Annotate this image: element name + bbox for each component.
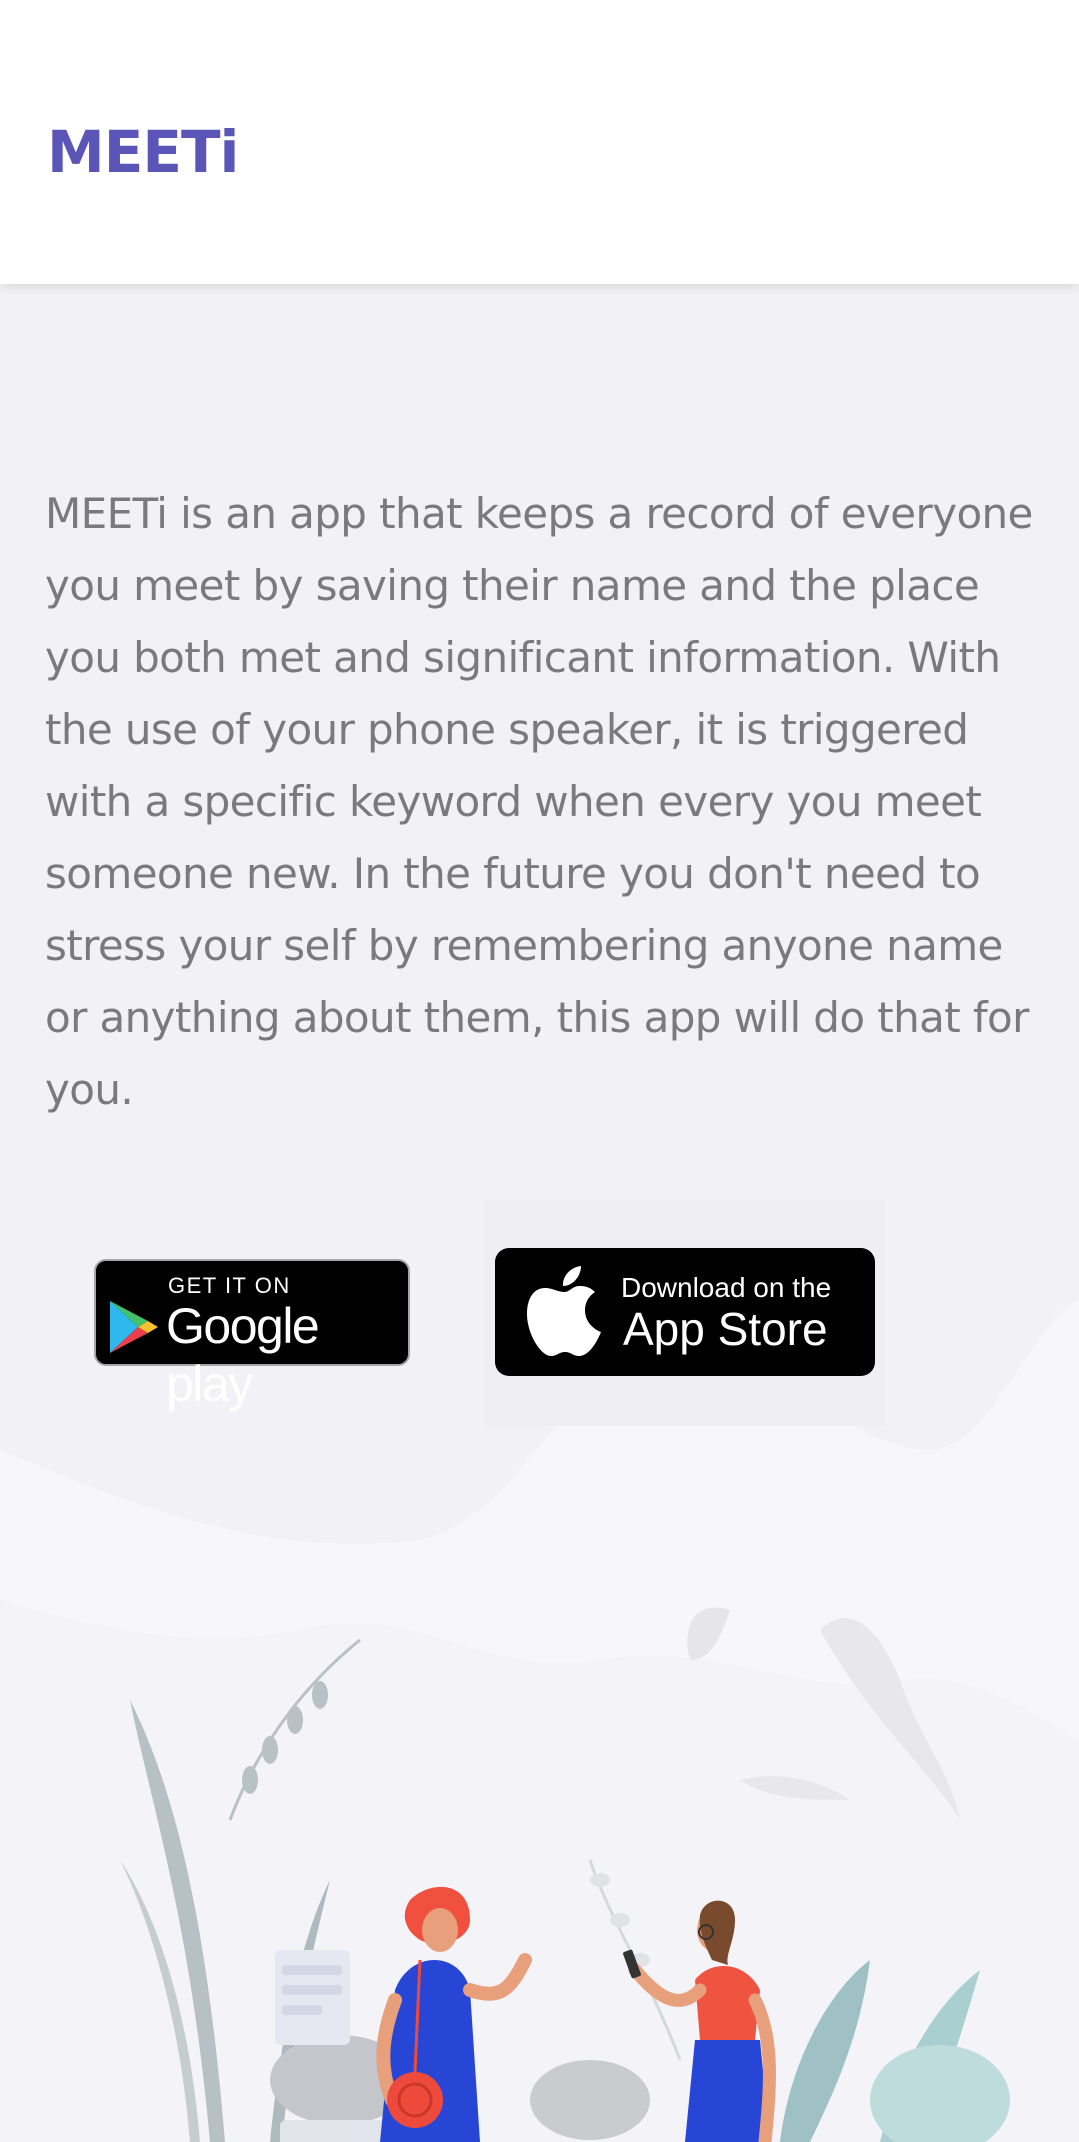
apple-icon	[527, 1266, 601, 1356]
landing-page: MEETi MEETi is an app that keeps a recor…	[0, 0, 1079, 2142]
app-logo[interactable]: MEETi	[47, 118, 239, 186]
google-play-caption: GET IT ON	[168, 1273, 291, 1298]
people-meeting-illustration	[0, 1300, 1079, 2142]
app-header: MEETi	[0, 0, 1079, 284]
app-store-caption: Download on the	[621, 1272, 832, 1303]
google-play-label: Google play	[166, 1298, 320, 1412]
app-description: MEETi is an app that keeps a record of e…	[45, 489, 1033, 1114]
app-store-button[interactable]: Download on the App Store	[495, 1248, 875, 1376]
app-store-label: App Store	[623, 1303, 828, 1355]
google-play-icon	[110, 1301, 158, 1353]
google-play-button[interactable]: GET IT ON Google play	[94, 1259, 410, 1412]
